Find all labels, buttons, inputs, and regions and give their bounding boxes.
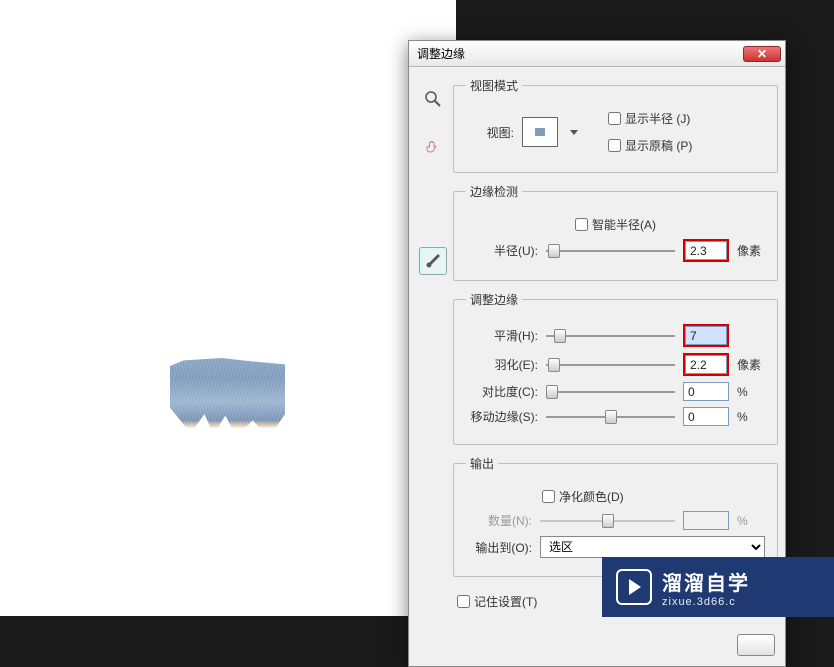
dialog-title: 调整边缘 bbox=[417, 45, 465, 62]
close-button[interactable]: ✕ bbox=[743, 46, 781, 62]
watermark-title: 溜溜自学 bbox=[662, 567, 750, 596]
refine-brush-button[interactable] bbox=[419, 247, 447, 275]
contrast-slider[interactable] bbox=[546, 391, 675, 393]
adjust-edge-group: 调整边缘 平滑(H): 羽化(E): 像素 bbox=[453, 291, 778, 445]
show-original-checkbox[interactable]: 显示原稿 (P) bbox=[608, 137, 692, 154]
view-label: 视图: bbox=[466, 124, 514, 141]
watermark-subtitle: zixue.3d66.c bbox=[662, 596, 750, 608]
contrast-unit: % bbox=[737, 385, 765, 399]
remember-settings-checkbox[interactable]: 记住设置(T) bbox=[457, 593, 537, 610]
denim-preview bbox=[170, 358, 285, 438]
view-thumbnail-button[interactable] bbox=[522, 117, 558, 147]
radius-slider[interactable] bbox=[546, 250, 675, 252]
amount-slider bbox=[540, 520, 675, 522]
feather-label: 羽化(E): bbox=[466, 356, 538, 373]
feather-highlight bbox=[683, 353, 729, 376]
edge-detection-legend: 边缘检测 bbox=[466, 183, 522, 200]
adjust-edge-legend: 调整边缘 bbox=[466, 291, 522, 308]
feather-unit: 像素 bbox=[737, 356, 765, 373]
view-menu-icon[interactable] bbox=[570, 130, 578, 135]
zoom-icon bbox=[424, 90, 442, 108]
shift-edge-input[interactable] bbox=[683, 407, 729, 426]
radius-label: 半径(U): bbox=[466, 242, 538, 259]
output-to-label: 输出到(O): bbox=[466, 539, 532, 556]
amount-label: 数量(N): bbox=[466, 512, 532, 529]
smooth-label: 平滑(H): bbox=[466, 327, 538, 344]
watermark: 溜溜自学 zixue.3d66.c bbox=[602, 557, 834, 617]
smooth-slider[interactable] bbox=[546, 335, 675, 337]
hand-tool-button[interactable] bbox=[419, 133, 447, 161]
contrast-input[interactable] bbox=[683, 382, 729, 401]
radius-unit: 像素 bbox=[737, 242, 765, 259]
close-icon: ✕ bbox=[757, 48, 767, 60]
smart-radius-checkbox[interactable]: 智能半径(A) bbox=[575, 216, 656, 233]
canvas bbox=[0, 0, 456, 616]
amount-input bbox=[683, 511, 729, 530]
smooth-input[interactable] bbox=[685, 326, 727, 345]
hand-icon bbox=[424, 138, 442, 156]
view-mode-legend: 视图模式 bbox=[466, 77, 522, 94]
tool-column bbox=[419, 77, 447, 616]
show-radius-checkbox[interactable]: 显示半径 (J) bbox=[608, 110, 692, 127]
shift-edge-slider[interactable] bbox=[546, 416, 675, 418]
brush-icon bbox=[424, 252, 442, 270]
radius-highlight bbox=[683, 239, 729, 262]
radius-input[interactable] bbox=[685, 241, 727, 260]
play-icon bbox=[616, 569, 652, 605]
dialog-footer bbox=[409, 628, 785, 666]
zoom-tool-button[interactable] bbox=[419, 85, 447, 113]
shift-edge-label: 移动边缘(S): bbox=[466, 408, 538, 425]
amount-unit: % bbox=[737, 514, 765, 528]
view-mode-group: 视图模式 视图: 显示半径 (J) 显示原稿 (P) bbox=[453, 77, 778, 173]
ok-button[interactable] bbox=[737, 634, 775, 656]
feather-input[interactable] bbox=[685, 355, 727, 374]
edge-detection-group: 边缘检测 智能半径(A) 半径(U): 像素 bbox=[453, 183, 778, 281]
contrast-label: 对比度(C): bbox=[466, 383, 538, 400]
output-legend: 输出 bbox=[466, 455, 498, 472]
shift-edge-unit: % bbox=[737, 410, 765, 424]
output-to-select[interactable]: 选区 bbox=[540, 536, 765, 558]
dialog-titlebar[interactable]: 调整边缘 ✕ bbox=[409, 41, 785, 67]
smooth-highlight bbox=[683, 324, 729, 347]
feather-slider[interactable] bbox=[546, 364, 675, 366]
decontaminate-checkbox[interactable]: 净化颜色(D) bbox=[542, 488, 624, 505]
